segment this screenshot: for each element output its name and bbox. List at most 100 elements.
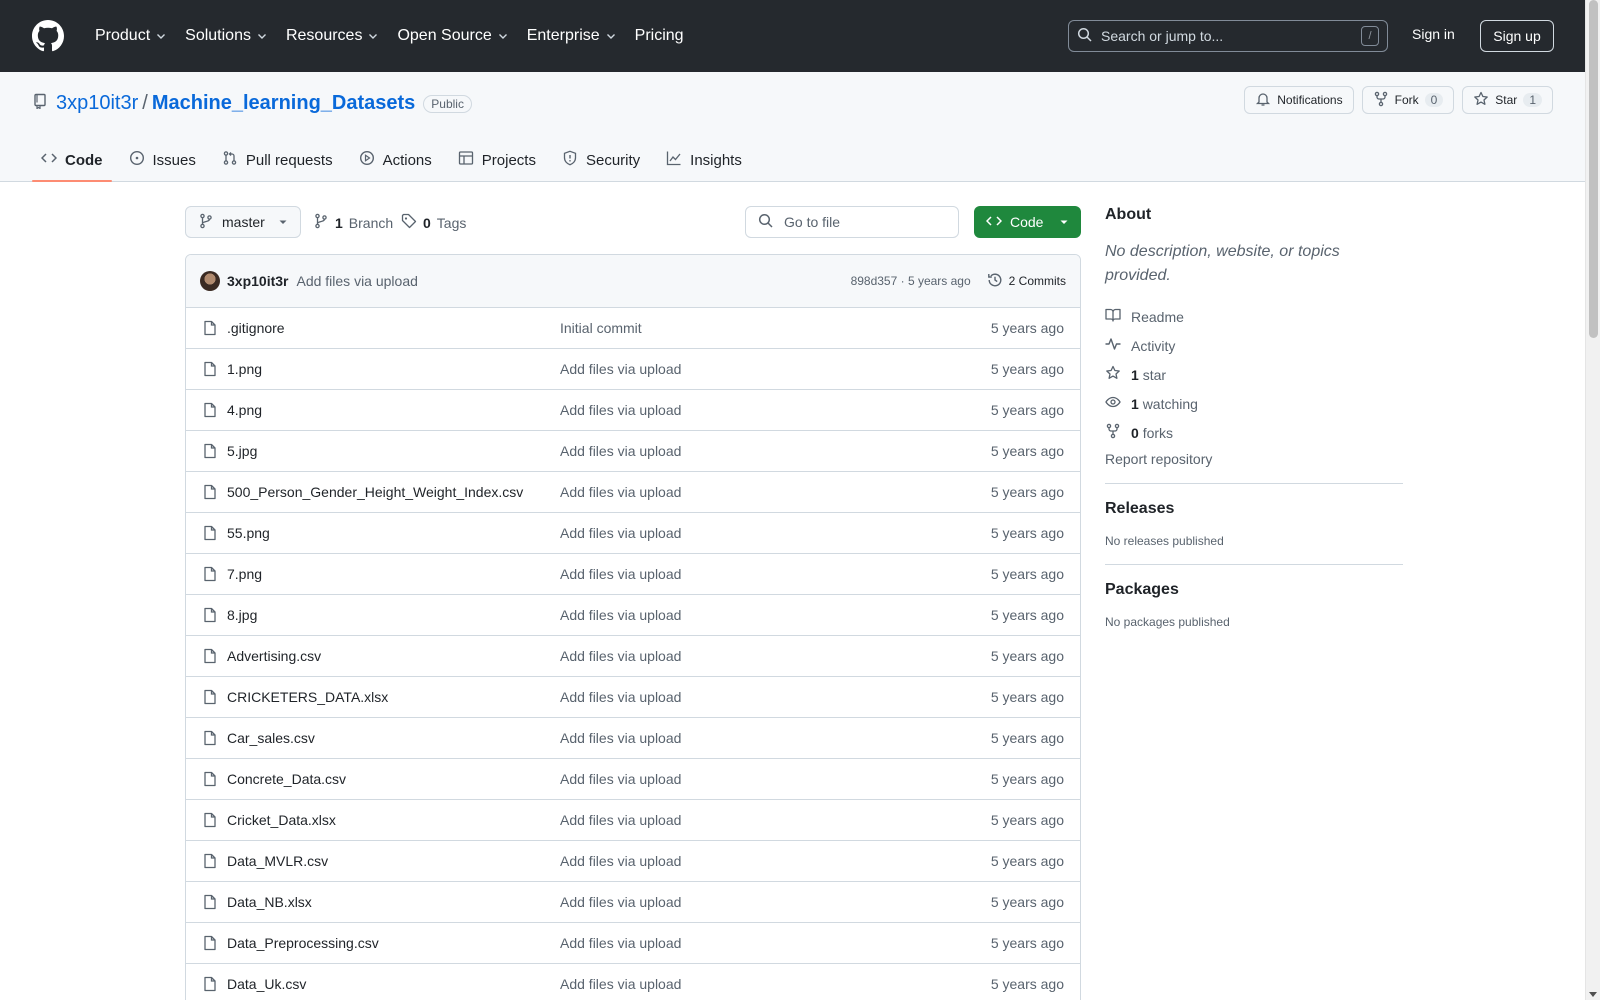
file-commit-age: 5 years ago [990,607,1064,623]
file-commit-message-link[interactable]: Initial commit [560,320,991,336]
releases-heading[interactable]: Releases [1105,500,1403,518]
file-name-link[interactable]: CRICKETERS_DATA.xlsx [227,689,560,705]
file-commit-message-link[interactable]: Add files via upload [560,894,991,910]
file-commit-message-link[interactable]: Add files via upload [560,689,991,705]
file-icon [202,525,218,541]
file-name-link[interactable]: 8.jpg [227,607,560,623]
nav-solutions[interactable]: Solutions [176,27,277,45]
star-icon [1473,91,1489,110]
fork-icon [1105,423,1121,442]
readme-link[interactable]: Readme [1105,302,1403,331]
sign-in-link[interactable]: Sign in [1412,26,1455,42]
code-dropdown-button[interactable]: Code [974,206,1081,238]
go-to-file-input[interactable]: Go to file [745,206,959,238]
file-name-link[interactable]: 7.png [227,566,560,582]
sign-up-button[interactable]: Sign up [1480,20,1554,52]
notifications-button[interactable]: Notifications [1244,86,1354,114]
file-row: 8.jpg Add files via upload 5 years ago [186,595,1080,636]
star-button[interactable]: Star 1 [1462,86,1553,114]
divider [1105,564,1403,565]
packages-heading[interactable]: Packages [1105,581,1403,599]
file-icon [202,361,218,377]
tab-security[interactable]: Security [553,138,649,182]
watchers-link[interactable]: 1 watching [1105,389,1403,418]
history-icon [987,272,1003,291]
scroll-down-arrow-icon[interactable] [1589,992,1597,997]
file-commit-message-link[interactable]: Add files via upload [560,484,991,500]
nav-label: Resources [285,27,363,44]
file-commit-message-link[interactable]: Add files via upload [560,771,991,787]
tab-issues[interactable]: Issues [120,138,205,182]
file-name-link[interactable]: 5.jpg [227,443,560,459]
file-commit-age: 5 years ago [990,730,1064,746]
repo-owner-link[interactable]: 3xp10it3r [56,92,138,115]
scrollbar-thumb[interactable] [1589,0,1598,338]
file-commit-message-link[interactable]: Add files via upload [560,730,991,746]
tab-actions[interactable]: Actions [350,138,441,182]
file-name-link[interactable]: Data_NB.xlsx [227,894,560,910]
github-logo-icon[interactable] [32,20,64,52]
file-name-link[interactable]: 500_Person_Gender_Height_Weight_Index.cs… [227,484,560,500]
page-scrollbar[interactable] [1585,0,1600,1000]
file-commit-message-link[interactable]: Add files via upload [560,853,991,869]
file-commit-message-link[interactable]: Add files via upload [560,607,991,623]
file-name-link[interactable]: 55.png [227,525,560,541]
file-name-link[interactable]: Cricket_Data.xlsx [227,812,560,828]
search-shortcut-key: / [1361,26,1379,46]
tab-code[interactable]: Code [32,138,112,182]
file-commit-message-link[interactable]: Add files via upload [560,443,991,459]
file-name-link[interactable]: 1.png [227,361,560,377]
tab-insights[interactable]: Insights [657,138,751,182]
nav-label: Pricing [634,27,684,44]
global-search-input[interactable]: Search or jump to... / [1068,20,1388,52]
file-name-link[interactable]: Car_sales.csv [227,730,560,746]
commit-message-link[interactable]: Add files via upload [296,273,417,289]
nav-open-source[interactable]: Open Source [388,27,517,45]
file-commit-message-link[interactable]: Add files via upload [560,525,991,541]
nav-product[interactable]: Product [86,27,176,45]
stars-link[interactable]: 1 star [1105,360,1403,389]
file-commit-message-link[interactable]: Add files via upload [560,976,991,992]
file-commit-message-link[interactable]: Add files via upload [560,648,991,664]
commit-author-link[interactable]: 3xp10it3r [227,273,288,289]
nav-resources[interactable]: Resources [277,27,388,45]
avatar[interactable] [200,271,220,291]
branches-link[interactable]: 1 Branch [313,213,393,232]
file-name-link[interactable]: Data_MVLR.csv [227,853,560,869]
nav-enterprise[interactable]: Enterprise [518,27,626,45]
file-name-link[interactable]: Concrete_Data.csv [227,771,560,787]
report-repository-link[interactable]: Report repository [1105,451,1403,467]
file-commit-message-link[interactable]: Add files via upload [560,935,991,951]
file-name-link[interactable]: Data_Preprocessing.csv [227,935,560,951]
tab-label: Issues [152,151,196,169]
file-name-link[interactable]: .gitignore [227,320,560,336]
activity-link[interactable]: Activity [1105,331,1403,360]
fork-button[interactable]: Fork 0 [1361,86,1455,114]
commit-hash-time[interactable]: 898d357 · 5 years ago [851,274,971,288]
file-name-link[interactable]: Data_Uk.csv [227,976,560,992]
nav-pricing[interactable]: Pricing [626,27,693,45]
file-commit-message-link[interactable]: Add files via upload [560,812,991,828]
tab-pull-requests[interactable]: Pull requests [213,138,342,182]
repo-name-link[interactable]: Machine_learning_Datasets [152,92,415,115]
tab-projects[interactable]: Projects [449,138,545,182]
file-commit-message-link[interactable]: Add files via upload [560,402,991,418]
commits-link[interactable]: 2 Commits [987,272,1066,291]
file-name-link[interactable]: Advertising.csv [227,648,560,664]
nav-label: Open Source [397,27,492,44]
file-commit-message-link[interactable]: Add files via upload [560,361,991,377]
tags-link[interactable]: 0 Tags [401,213,466,232]
tag-icon [401,213,417,232]
file-commit-age: 5 years ago [990,566,1064,582]
search-icon [1077,27,1093,46]
branch-selector-button[interactable]: master [185,206,301,238]
watchers-count: 1 [1131,395,1139,412]
forks-link[interactable]: 0 forks [1105,418,1403,447]
tab-label: Pull requests [245,151,333,169]
file-icon [202,320,218,336]
file-commit-age: 5 years ago [990,402,1064,418]
file-name-link[interactable]: 4.png [227,402,560,418]
tag-count: 0 [423,214,431,231]
file-commit-age: 5 years ago [990,648,1064,664]
file-commit-message-link[interactable]: Add files via upload [560,566,991,582]
